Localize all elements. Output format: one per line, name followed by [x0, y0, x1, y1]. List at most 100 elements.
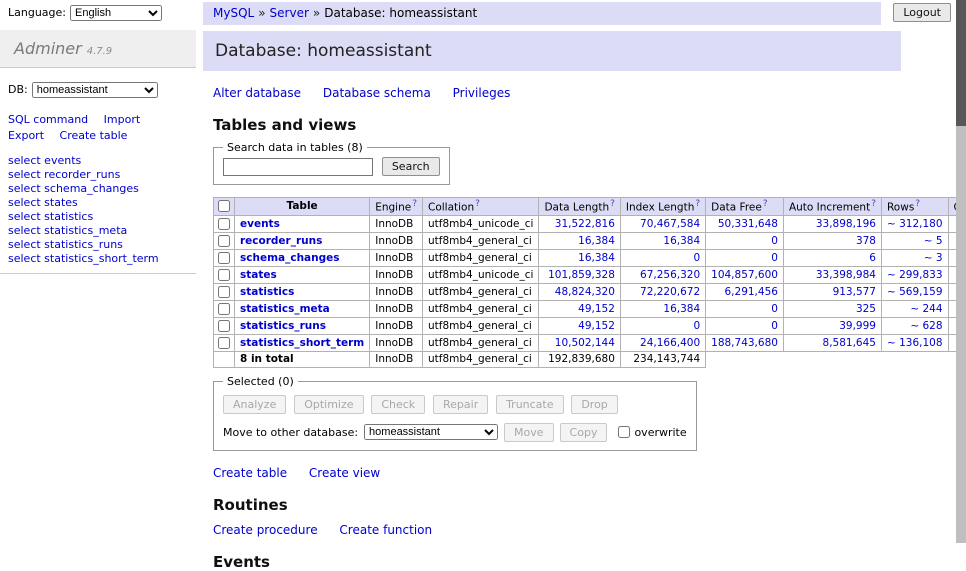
data-length-link[interactable]: 49,152 — [578, 303, 615, 315]
rows-count-link[interactable]: ~ 299,833 — [887, 269, 943, 281]
index-length-link[interactable]: 0 — [693, 252, 700, 264]
auto-increment-link[interactable]: 378 — [856, 235, 876, 247]
index-length-link[interactable]: 67,256,320 — [640, 269, 700, 281]
row-checkbox[interactable] — [218, 337, 230, 349]
drop-button[interactable]: Drop — [571, 395, 617, 414]
help-icon[interactable]: ? — [475, 199, 480, 209]
move-database-select[interactable]: homeassistant — [364, 424, 498, 440]
row-checkbox[interactable] — [218, 252, 230, 264]
rows-count-link[interactable]: ~ 5 — [924, 235, 943, 247]
row-checkbox[interactable] — [218, 235, 230, 247]
sidebar-item-select-events[interactable]: select events — [8, 154, 188, 167]
language-select[interactable]: English — [70, 5, 162, 21]
sidebar-item-select-statistics[interactable]: select statistics — [8, 210, 188, 223]
auto-increment-link[interactable]: 33,398,984 — [816, 269, 876, 281]
data-free-link[interactable]: 188,743,680 — [711, 337, 778, 349]
analyze-button[interactable]: Analyze — [223, 395, 286, 414]
help-icon[interactable]: ? — [610, 199, 615, 209]
database-schema-link[interactable]: Database schema — [323, 86, 431, 100]
table-name-link[interactable]: statistics_runs — [240, 320, 326, 332]
row-checkbox[interactable] — [218, 303, 230, 315]
sidebar-item-select-recorder-runs[interactable]: select recorder_runs — [8, 168, 188, 181]
table-name-link[interactable]: schema_changes — [240, 252, 340, 264]
rows-count-link[interactable]: ~ 244 — [910, 303, 942, 315]
search-button[interactable]: Search — [382, 157, 440, 176]
table-name-link[interactable]: statistics_meta — [240, 303, 330, 315]
sidebar-link-sql-command[interactable]: SQL command — [8, 113, 88, 126]
create-table-link[interactable]: Create table — [213, 466, 287, 480]
logout-button[interactable]: Logout — [893, 3, 951, 22]
sidebar-item-select-states[interactable]: select states — [8, 196, 188, 209]
rows-count-link[interactable]: ~ 312,180 — [887, 218, 943, 230]
check-button[interactable]: Check — [371, 395, 425, 414]
breadcrumb-link-server[interactable]: Server — [270, 6, 309, 20]
sidebar-link-create-table[interactable]: Create table — [60, 129, 128, 142]
db-select[interactable]: homeassistant — [32, 82, 158, 98]
sidebar-link-export[interactable]: Export — [8, 129, 44, 142]
table-name-link[interactable]: events — [240, 218, 280, 230]
help-icon[interactable]: ? — [695, 199, 700, 209]
table-name-link[interactable]: statistics_short_term — [240, 337, 364, 349]
table-name-link[interactable]: statistics — [240, 286, 294, 298]
index-length-link[interactable]: 70,467,584 — [640, 218, 700, 230]
rows-count-link[interactable]: ~ 136,108 — [887, 337, 943, 349]
alter-database-link[interactable]: Alter database — [213, 86, 301, 100]
data-length-link[interactable]: 49,152 — [578, 320, 615, 332]
auto-increment-link[interactable]: 6 — [869, 252, 876, 264]
truncate-button[interactable]: Truncate — [496, 395, 563, 414]
auto-increment-link[interactable]: 33,898,196 — [816, 218, 876, 230]
index-length-link[interactable]: 72,220,672 — [640, 286, 700, 298]
data-length-link[interactable]: 48,824,320 — [555, 286, 615, 298]
index-length-link[interactable]: 24,166,400 — [640, 337, 700, 349]
row-checkbox[interactable] — [218, 320, 230, 332]
data-free-link[interactable]: 50,331,648 — [718, 218, 778, 230]
create-procedure-link[interactable]: Create procedure — [213, 523, 318, 537]
sidebar-item-select-statistics-runs[interactable]: select statistics_runs — [8, 238, 188, 251]
data-length-link[interactable]: 10,502,144 — [555, 337, 615, 349]
data-length-link[interactable]: 31,522,816 — [555, 218, 615, 230]
rows-count-link[interactable]: ~ 569,159 — [887, 286, 943, 298]
table-name-link[interactable]: recorder_runs — [240, 235, 322, 247]
auto-increment-link[interactable]: 325 — [856, 303, 876, 315]
privileges-link[interactable]: Privileges — [453, 86, 511, 100]
table-name-link[interactable]: states — [240, 269, 277, 281]
breadcrumb-link-mysql[interactable]: MySQL — [213, 6, 254, 20]
row-checkbox[interactable] — [218, 286, 230, 298]
create-view-link[interactable]: Create view — [309, 466, 380, 480]
auto-increment-link[interactable]: 913,577 — [833, 286, 876, 298]
auto-increment-link[interactable]: 8,581,645 — [823, 337, 876, 349]
create-function-link[interactable]: Create function — [339, 523, 432, 537]
rows-count-link[interactable]: ~ 628 — [910, 320, 942, 332]
row-checkbox[interactable] — [218, 218, 230, 230]
sidebar-item-select-statistics-short-term[interactable]: select statistics_short_term — [8, 252, 188, 265]
data-free-link[interactable]: 0 — [771, 235, 778, 247]
scrollbar-thumb[interactable] — [956, 0, 966, 126]
optimize-button[interactable]: Optimize — [294, 395, 363, 414]
data-free-link[interactable]: 0 — [771, 320, 778, 332]
select-all-checkbox[interactable] — [218, 200, 230, 212]
data-length-link[interactable]: 101,859,328 — [548, 269, 615, 281]
sidebar-link-import[interactable]: Import — [104, 113, 141, 126]
sidebar-item-select-statistics-meta[interactable]: select statistics_meta — [8, 224, 188, 237]
index-length-link[interactable]: 16,384 — [663, 303, 700, 315]
sidebar-item-select-schema-changes[interactable]: select schema_changes — [8, 182, 188, 195]
repair-button[interactable]: Repair — [433, 395, 488, 414]
overwrite-checkbox[interactable] — [618, 426, 630, 438]
data-free-link[interactable]: 104,857,600 — [711, 269, 778, 281]
auto-increment-link[interactable]: 39,999 — [839, 320, 876, 332]
help-icon[interactable]: ? — [871, 199, 876, 209]
scrollbar[interactable] — [956, 0, 966, 543]
help-icon[interactable]: ? — [412, 199, 417, 209]
data-free-link[interactable]: 0 — [771, 303, 778, 315]
data-length-link[interactable]: 16,384 — [578, 235, 615, 247]
move-button[interactable]: Move — [504, 423, 554, 442]
rows-count-link[interactable]: ~ 3 — [924, 252, 943, 264]
row-checkbox[interactable] — [218, 269, 230, 281]
data-length-link[interactable]: 16,384 — [578, 252, 615, 264]
data-free-link[interactable]: 6,291,456 — [725, 286, 778, 298]
help-icon[interactable]: ? — [763, 199, 768, 209]
index-length-link[interactable]: 16,384 — [663, 235, 700, 247]
data-free-link[interactable]: 0 — [771, 252, 778, 264]
copy-button[interactable]: Copy — [560, 423, 608, 442]
help-icon[interactable]: ? — [915, 199, 920, 209]
